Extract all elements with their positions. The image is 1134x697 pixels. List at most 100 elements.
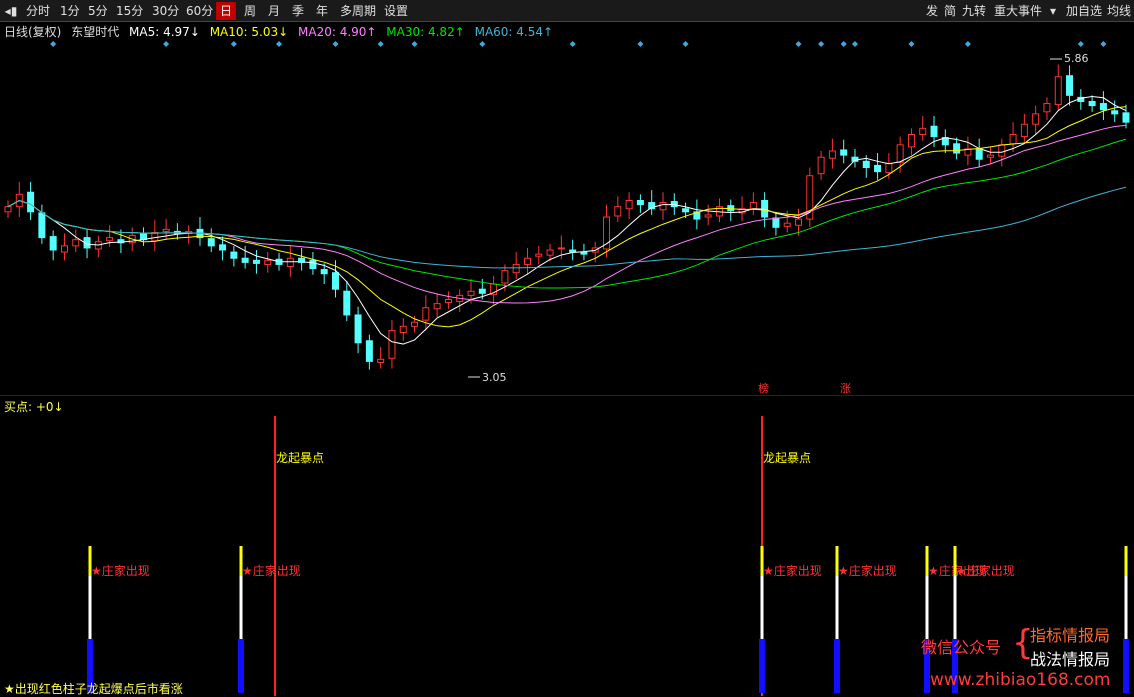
candle-body[interactable] [795,218,803,226]
candle-body[interactable] [422,307,430,321]
candle-body[interactable] [569,249,577,253]
period-tab-8[interactable]: 月 [264,2,284,20]
candle-body[interactable] [1043,103,1051,113]
candle-body[interactable] [874,164,882,173]
candle-body[interactable] [986,154,994,158]
candle-body[interactable] [1009,134,1017,145]
dropdown-arrow-icon[interactable]: ▾ [1046,2,1060,20]
back-arrow-icon[interactable]: ◂▮ [2,2,20,20]
period-tab-5[interactable]: 60分 [182,2,217,20]
candle-body[interactable] [354,314,362,344]
banker-signal-bar-blue[interactable] [759,639,765,693]
candle-body[interactable] [749,202,757,210]
candle-body[interactable] [467,290,475,296]
candle-body[interactable] [241,257,249,263]
period-tab-3[interactable]: 15分 [112,2,147,20]
candle-body[interactable] [72,239,80,247]
candle-body[interactable] [399,325,407,333]
candle-body[interactable] [309,259,317,270]
candle-body[interactable] [207,238,215,247]
period-tab-2[interactable]: 5分 [84,2,112,20]
candle-body[interactable] [557,247,565,250]
period-tab-10[interactable]: 年 [312,2,332,20]
candle-body[interactable] [772,217,780,228]
candle-body[interactable] [320,269,328,275]
candle-body[interactable] [1020,123,1028,138]
candle-body[interactable] [162,228,170,232]
candle-body[interactable] [27,191,35,213]
candle-body[interactable] [896,144,904,163]
candle-body[interactable] [953,143,961,154]
period-tab-11[interactable]: 多周期 [336,2,380,20]
candle-body[interactable] [331,272,339,290]
candle-body[interactable] [840,149,848,156]
candle-body[interactable] [411,321,419,327]
candle-body[interactable] [535,253,543,257]
candle-body[interactable] [433,303,441,310]
candle-body[interactable] [343,290,351,316]
add-watchlist-button[interactable]: 加自选 [1062,2,1106,20]
candle-body[interactable] [885,162,893,174]
candle-body[interactable] [862,160,870,168]
banker-signal-bar-blue[interactable] [1123,639,1129,693]
candle-body[interactable] [783,222,791,227]
candle-body[interactable] [512,263,520,274]
candle-body[interactable] [636,200,644,206]
candle-body[interactable] [444,299,452,304]
candle-body[interactable] [682,208,690,213]
candle-body[interactable] [523,257,531,265]
candle-body[interactable] [501,270,509,284]
period-tab-7[interactable]: 周 [240,2,260,20]
candle-body[interactable] [580,251,588,255]
banker-signal-bar-blue[interactable] [834,639,840,693]
major-events-button[interactable]: 重大事件 [990,2,1046,20]
fa-button[interactable]: 发 [922,2,942,20]
candle-body[interactable] [919,127,927,135]
jian-button[interactable]: 简 [940,2,960,20]
candle-body[interactable] [659,202,667,211]
event-marker-bang[interactable]: 榜 [758,381,769,395]
candle-body[interactable] [546,249,554,256]
candle-body[interactable] [828,150,836,159]
candle-body[interactable] [49,236,57,251]
candle-body[interactable] [38,212,46,239]
candle-body[interactable] [975,148,983,160]
period-tab-1[interactable]: 1分 [56,2,84,20]
candle-body[interactable] [264,259,272,265]
candlestick-chart[interactable]: 5.86 3.05 榜 涨 [0,22,1134,396]
banker-signal-bar-blue[interactable] [238,639,244,693]
event-marker-zhang[interactable]: 涨 [840,382,851,395]
candle-body[interactable] [998,144,1006,157]
candle-body[interactable] [365,340,373,362]
candle-body[interactable] [817,156,825,175]
candle-body[interactable] [1066,75,1074,96]
period-tab-9[interactable]: 季 [288,2,308,20]
jiuzhuan-button[interactable]: 九转 [958,2,990,20]
candle-body[interactable] [1054,76,1062,106]
candle-body[interactable] [704,214,712,218]
candle-body[interactable] [4,206,12,213]
candle-body[interactable] [151,231,159,242]
candle-body[interactable] [670,201,678,208]
candle-body[interactable] [230,251,238,259]
period-tab-0[interactable]: 分时 [22,2,54,20]
period-tab-4[interactable]: 30分 [148,2,183,20]
candle-body[interactable] [252,259,260,264]
candle-body[interactable] [377,358,385,363]
period-tab-6[interactable]: 日 [216,2,237,20]
candle-body[interactable] [478,288,486,294]
candle-body[interactable] [625,200,633,210]
candle-body[interactable] [388,329,396,359]
candle-body[interactable] [286,257,294,267]
candle-body[interactable] [614,206,622,217]
candle-body[interactable] [219,244,227,251]
period-tab-12[interactable]: 设置 [380,2,412,20]
candle-body[interactable] [1099,103,1107,111]
candle-body[interactable] [106,237,114,242]
cost-line-button[interactable]: 均线 [1103,2,1134,20]
candle-body[interactable] [930,125,938,138]
candle-body[interactable] [60,245,68,253]
candle-body[interactable] [1111,110,1119,115]
candle-body[interactable] [1088,101,1096,107]
candle-body[interactable] [1122,112,1130,123]
